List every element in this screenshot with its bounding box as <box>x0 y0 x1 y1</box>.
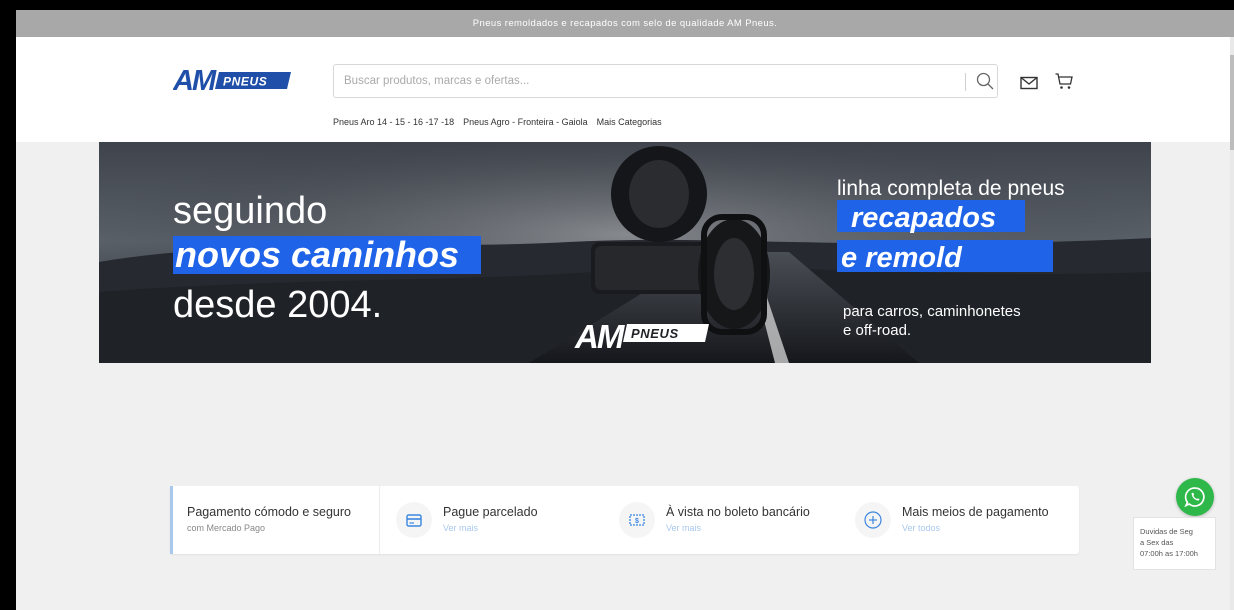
nav-item-pneus-agro[interactable]: Pneus Agro - Fronteira - Gaiola <box>463 117 588 127</box>
payment-item-link[interactable]: Ver mais <box>666 523 701 533</box>
nav-item-pneus-aro[interactable]: Pneus Aro 14 - 15 - 16 -17 -18 <box>333 117 454 127</box>
payment-item-title: Pague parcelado <box>443 505 538 519</box>
search-bar <box>333 64 998 98</box>
svg-text:PNEUS: PNEUS <box>223 75 267 89</box>
payment-item-link[interactable]: Ver todos <box>902 523 940 533</box>
nav-item-mais-categorias[interactable]: Mais Categorias <box>597 117 662 127</box>
hero-banner-image: seguindo novos caminhos desde 2004. AM P… <box>99 142 1151 363</box>
plus-circle-icon <box>855 502 891 538</box>
svg-text:$: $ <box>635 518 639 525</box>
category-nav: Pneus Aro 14 - 15 - 16 -17 -18 Pneus Agr… <box>333 117 662 127</box>
banner-right-line5: e off-road. <box>843 322 911 339</box>
banner-right-line2: recapados <box>851 202 996 234</box>
payment-item-title: À vista no boleto bancário <box>666 505 810 519</box>
banner-left-line3: desde 2004. <box>173 284 382 326</box>
search-divider <box>965 73 966 91</box>
svg-text:AM: AM <box>574 318 626 355</box>
whatsapp-icon <box>1184 487 1205 508</box>
support-hours: Duvidas de Seg a Sex das 07:00h as 17:00… <box>1133 517 1216 570</box>
scrollbar-thumb[interactable] <box>1230 55 1234 150</box>
payment-mais-meios[interactable]: Mais meios de pagamento Ver todos <box>855 486 1075 554</box>
support-hours-line: 07:00h as 17:00h <box>1140 548 1198 558</box>
support-hours-line: Duvidas de Seg <box>1140 527 1193 536</box>
mail-icon[interactable] <box>1020 76 1038 90</box>
hero-banner[interactable]: seguindo novos caminhos desde 2004. AM P… <box>99 142 1151 363</box>
card-icon <box>396 502 432 538</box>
payment-boleto[interactable]: $ À vista no boleto bancário Ver mais <box>619 486 829 554</box>
payment-item-title: Mais meios de pagamento <box>902 505 1049 519</box>
payment-subtitle: com Mercado Pago <box>187 523 266 533</box>
banner-left-line2: novos caminhos <box>175 234 459 275</box>
banner-right-line1: linha completa de pneus <box>837 177 1065 200</box>
announcement-bar: Pneus remoldados e recapados com selo de… <box>16 10 1234 37</box>
payment-title: Pagamento cómodo e seguro <box>187 505 351 519</box>
cart-icon[interactable] <box>1055 73 1073 90</box>
banner-right-line4: para carros, caminhonetes <box>843 303 1021 320</box>
payment-options: Pagamento cómodo e seguro com Mercado Pa… <box>170 486 1079 554</box>
support-hours-line: a Sex das <box>1140 537 1174 547</box>
svg-text:PNEUS: PNEUS <box>631 326 679 341</box>
whatsapp-button[interactable] <box>1176 478 1214 516</box>
svg-text:AM: AM <box>173 66 217 94</box>
cash-icon: $ <box>619 502 655 538</box>
banner-left-line1: seguindo <box>173 190 327 232</box>
search-input[interactable] <box>344 65 944 97</box>
am-pneus-logo[interactable]: AM PNEUS <box>173 66 291 94</box>
announcement-text: Pneus remoldados e recapados com selo de… <box>472 18 778 29</box>
banner-right-line3: e remold <box>841 242 963 274</box>
payment-item-link[interactable]: Ver mais <box>443 523 478 533</box>
page: Pneus remoldados e recapados com selo de… <box>16 10 1234 610</box>
search-icon[interactable] <box>975 71 995 91</box>
payment-parcelado[interactable]: Pague parcelado Ver mais <box>396 486 596 554</box>
payment-mercado-pago: Pagamento cómodo e seguro com Mercado Pa… <box>170 486 380 554</box>
